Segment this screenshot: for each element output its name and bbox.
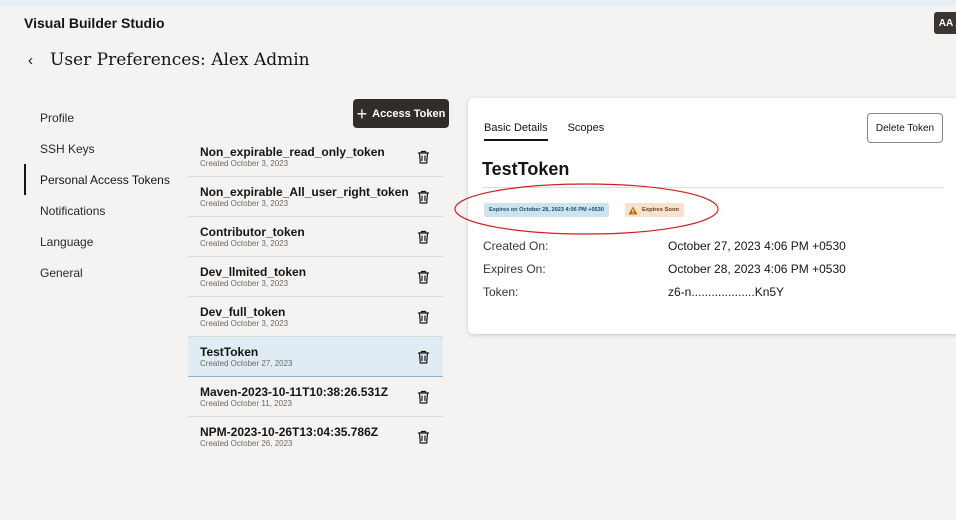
token-name: TestToken bbox=[200, 344, 259, 359]
detail-tabs: Basic Details Scopes bbox=[484, 122, 624, 141]
warning-icon bbox=[628, 206, 638, 214]
token-created: Created October 11, 2023 bbox=[200, 398, 292, 408]
sidenav-item-label: General bbox=[40, 265, 83, 280]
created-on-label: Created On: bbox=[483, 239, 549, 253]
tab-basic-details[interactable]: Basic Details bbox=[484, 122, 548, 141]
trash-icon[interactable] bbox=[415, 269, 431, 285]
top-band bbox=[0, 0, 956, 6]
token-created: Created October 26, 2023 bbox=[200, 439, 293, 448]
created-on-value: October 27, 2023 4:06 PM +0530 bbox=[668, 239, 846, 253]
add-access-token-button[interactable]: + Access Token bbox=[353, 99, 449, 128]
token-created: Created October 27, 2023 bbox=[200, 358, 293, 368]
token-name: NPM-2023-10-26T13:04:35.786Z bbox=[200, 425, 379, 439]
sidenav-item-ssh-keys[interactable]: SSH Keys bbox=[24, 133, 174, 164]
preferences-sidenav: Profile SSH Keys Personal Access Tokens … bbox=[24, 102, 174, 288]
sidenav-item-label: SSH Keys bbox=[40, 141, 95, 156]
token-created: Created October 3, 2023 bbox=[200, 238, 289, 248]
token-name: Dev_full_token bbox=[200, 304, 286, 319]
page-header: ‹ User Preferences: Alex Admin bbox=[28, 50, 310, 70]
expires-on-value: October 28, 2023 4:06 PM +0530 bbox=[668, 262, 846, 276]
sidenav-item-label: Notifications bbox=[40, 203, 106, 218]
token-row-selected[interactable]: TestToken Created October 27, 2023 bbox=[188, 337, 443, 377]
token-row[interactable]: Dev_full_token Created October 3, 2023 bbox=[188, 297, 443, 337]
token-label: Token: bbox=[483, 285, 519, 299]
trash-icon[interactable] bbox=[415, 429, 431, 445]
token-row[interactable]: NPM-2023-10-26T13:04:35.786Z Created Octo… bbox=[188, 417, 443, 457]
sidenav-item-label: Profile bbox=[40, 110, 75, 125]
token-name: Non_expirable_read_only_token bbox=[200, 144, 385, 159]
divider bbox=[482, 187, 944, 188]
token-name: Non_expirable_All_user_right_token bbox=[200, 184, 409, 199]
sidenav-item-label: Language bbox=[40, 234, 94, 249]
plus-icon: + bbox=[356, 103, 368, 124]
trash-icon[interactable] bbox=[415, 189, 431, 205]
token-title: TestToken bbox=[482, 159, 570, 179]
token-value: z6-n...................Kn5Y bbox=[668, 285, 785, 299]
sidenav-item-language[interactable]: Language bbox=[24, 226, 174, 257]
token-row[interactable]: Non_expirable_read_only_token Created Oct… bbox=[188, 137, 443, 177]
expires-soon-badge: Expires Soon bbox=[625, 203, 685, 217]
trash-icon[interactable] bbox=[415, 389, 431, 405]
sidenav-item-personal-access-tokens[interactable]: Personal Access Tokens bbox=[24, 164, 174, 195]
token-name: Dev_llmited_token bbox=[200, 264, 307, 279]
sidenav-item-label: Personal Access Tokens bbox=[40, 172, 170, 187]
tab-scopes[interactable]: Scopes bbox=[568, 122, 605, 141]
trash-icon[interactable] bbox=[415, 149, 431, 165]
token-detail-panel: Basic Details Scopes Delete Token TestTo… bbox=[468, 98, 956, 334]
sidenav-item-general[interactable]: General bbox=[24, 257, 174, 288]
token-row[interactable]: Maven-2023-10-11T10:38:26.531Z Created Oc… bbox=[188, 377, 443, 417]
app-title: Visual Builder Studio bbox=[24, 15, 165, 31]
expires-on-label: Expires On: bbox=[483, 262, 546, 276]
expires-soon-label: Expires Soon bbox=[642, 207, 680, 213]
token-name: Maven-2023-10-11T10:38:26.531Z bbox=[200, 384, 389, 399]
user-avatar[interactable]: AA bbox=[934, 12, 956, 34]
expiry-badge: Expires on October 28, 2023 4:06 PM +053… bbox=[484, 203, 609, 217]
trash-icon[interactable] bbox=[415, 309, 431, 325]
trash-icon[interactable] bbox=[415, 349, 431, 365]
token-created: Created October 3, 2023 bbox=[200, 198, 289, 208]
trash-icon[interactable] bbox=[415, 229, 431, 245]
sidenav-item-notifications[interactable]: Notifications bbox=[24, 195, 174, 226]
page-title: User Preferences: Alex Admin bbox=[50, 50, 310, 70]
chevron-left-icon[interactable]: ‹ bbox=[28, 52, 48, 69]
token-row[interactable]: Dev_llmited_token Created October 3, 2023 bbox=[188, 257, 443, 297]
token-row[interactable]: Non_expirable_All_user_right_token Create… bbox=[188, 177, 443, 217]
token-name: Contributor_token bbox=[200, 224, 305, 239]
token-created: Created October 3, 2023 bbox=[200, 318, 289, 328]
token-created: Created October 3, 2023 bbox=[200, 278, 289, 288]
sidenav-item-profile[interactable]: Profile bbox=[24, 102, 174, 133]
add-access-token-label: Access Token bbox=[372, 107, 446, 120]
token-row[interactable]: Contributor_token Created October 3, 2023 bbox=[188, 217, 443, 257]
token-list: Non_expirable_read_only_token Created Oct… bbox=[188, 137, 443, 457]
token-created: Created October 3, 2023 bbox=[200, 158, 289, 168]
delete-token-button[interactable]: Delete Token bbox=[867, 113, 943, 143]
